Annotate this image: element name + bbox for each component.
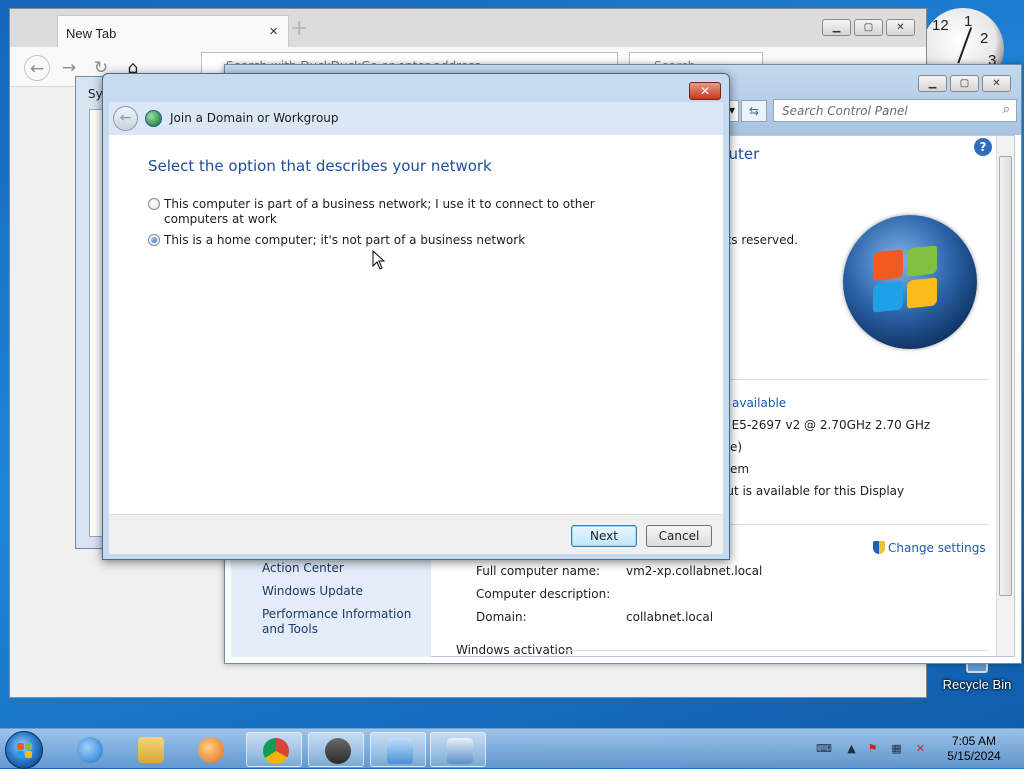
search-icon: ⌕ bbox=[1002, 102, 1010, 117]
close-tab-icon[interactable]: × bbox=[269, 23, 278, 40]
show-hidden-icons-icon[interactable]: ▲ bbox=[845, 742, 858, 755]
taskbar-app[interactable] bbox=[308, 732, 364, 767]
wizard-titlebar: ← Join a Domain or Workgroup bbox=[109, 102, 723, 135]
taskbar-clock[interactable]: 7:05 AM 5/15/2024 bbox=[934, 734, 1014, 764]
taskbar-time: 7:05 AM bbox=[951, 734, 997, 748]
control-panel-search-placeholder: Search Control Panel bbox=[782, 104, 908, 118]
maximize-icon[interactable]: ▢ bbox=[950, 75, 979, 92]
close-icon[interactable]: ✕ bbox=[886, 19, 915, 36]
browser-window-controls: ▁ ▢ ✕ bbox=[822, 19, 915, 36]
business-network-label[interactable]: This computer is part of a business netw… bbox=[148, 197, 618, 227]
logo-quadrant-yellow bbox=[907, 277, 937, 309]
network-globe-icon bbox=[145, 110, 162, 127]
full-computer-name-value: vm2-xp.collabnet.local bbox=[626, 564, 763, 578]
domain-value: collabnet.local bbox=[626, 610, 714, 624]
taskbar-chrome[interactable] bbox=[246, 732, 302, 767]
network-icon[interactable]: ▦ bbox=[890, 742, 903, 755]
domain-label: Domain: bbox=[476, 610, 527, 624]
business-network-option[interactable]: This computer is part of a business netw… bbox=[148, 197, 618, 227]
control-panel-search-input[interactable]: Search Control Panel ⌕ bbox=[773, 99, 1017, 122]
raccoon-icon bbox=[325, 738, 351, 764]
logo-quadrant-blue bbox=[873, 281, 903, 313]
back-arrow-icon[interactable]: ← bbox=[24, 55, 50, 81]
wizard-prompt: Select the option that describes your ne… bbox=[148, 157, 492, 175]
computer-description-label: Computer description: bbox=[476, 587, 611, 601]
sidebar-item-windows-update[interactable]: Windows Update bbox=[262, 584, 363, 598]
change-settings-label: Change settings bbox=[888, 541, 986, 555]
browser-tabstrip: New Tab × + ▁ ▢ ✕ bbox=[10, 9, 926, 47]
volume-muted-icon[interactable]: ✕ bbox=[914, 742, 927, 755]
cancel-button[interactable]: Cancel bbox=[646, 525, 712, 547]
pen-touch-value: out is available for this Display bbox=[719, 484, 905, 498]
vertical-scrollbar[interactable] bbox=[996, 136, 1014, 656]
taskbar-system-properties[interactable] bbox=[430, 732, 486, 767]
chrome-icon bbox=[263, 738, 289, 764]
control-panel-icon bbox=[387, 738, 413, 764]
wizard-footer: Next Cancel bbox=[109, 514, 723, 554]
windows-activation-heading: Windows activation bbox=[456, 643, 573, 657]
rating-link[interactable]: available bbox=[732, 396, 786, 410]
new-tab-button[interactable]: + bbox=[290, 18, 308, 40]
start-button[interactable] bbox=[5, 731, 43, 769]
see-also-sidebar: Action Center Windows Update Performance… bbox=[231, 555, 431, 657]
taskbar: ⌨ ▲ ⚑ ▦ ✕ 7:05 AM 5/15/2024 bbox=[0, 728, 1024, 769]
change-settings-link[interactable]: Change settings bbox=[873, 541, 986, 555]
start-logo-blue bbox=[17, 751, 24, 758]
minimize-icon[interactable]: ▁ bbox=[918, 75, 947, 92]
refresh-icon[interactable]: ⇆ bbox=[741, 100, 767, 122]
keyboard-icon[interactable]: ⌨ bbox=[816, 742, 832, 755]
close-icon[interactable]: ✕ bbox=[982, 75, 1011, 92]
wizard-content: Select the option that describes your ne… bbox=[109, 135, 723, 514]
internet-explorer-icon bbox=[77, 737, 103, 763]
clock-numeral-12: 12 bbox=[932, 17, 949, 34]
control-panel-window-controls: ▁ ▢ ✕ bbox=[918, 75, 1011, 92]
recycle-bin-label: Recycle Bin bbox=[942, 677, 1012, 692]
taskbar-control-panel[interactable] bbox=[370, 732, 426, 767]
full-computer-name-label: Full computer name: bbox=[476, 564, 601, 578]
processor-value: U E5-2697 v2 @ 2.70GHz 2.70 GHz bbox=[719, 418, 931, 432]
windows-logo bbox=[843, 215, 977, 349]
maximize-icon[interactable]: ▢ bbox=[854, 19, 883, 36]
next-button[interactable]: Next bbox=[571, 525, 637, 547]
sidebar-item-action-center[interactable]: Action Center bbox=[262, 561, 344, 575]
logo-quadrant-red bbox=[873, 249, 903, 281]
business-network-radio[interactable] bbox=[148, 198, 160, 210]
scrollbar-thumb[interactable] bbox=[999, 156, 1012, 596]
taskbar-media-player[interactable] bbox=[182, 732, 238, 767]
clock-minute-hand bbox=[962, 27, 973, 51]
clock-hour-hand bbox=[957, 49, 964, 64]
mouse-pointer-icon bbox=[372, 250, 386, 270]
help-icon[interactable]: ? bbox=[974, 138, 992, 156]
close-icon[interactable]: ✕ bbox=[689, 82, 721, 100]
home-computer-label[interactable]: This is a home computer; it's not part o… bbox=[148, 233, 618, 248]
logo-quadrant-green bbox=[907, 245, 937, 277]
browser-tab[interactable]: New Tab × bbox=[57, 15, 289, 47]
taskbar-date: 5/15/2024 bbox=[947, 749, 1001, 763]
divider bbox=[719, 379, 989, 380]
uac-shield-icon bbox=[873, 541, 885, 554]
taskbar-internet-explorer[interactable] bbox=[61, 732, 117, 767]
sidebar-item-performance[interactable]: Performance Information and Tools bbox=[262, 607, 432, 637]
join-domain-wizard: ✕ ← Join a Domain or Workgroup Select th… bbox=[102, 73, 730, 560]
system-properties-icon bbox=[447, 738, 473, 764]
minimize-icon[interactable]: ▁ bbox=[822, 19, 851, 36]
home-computer-radio[interactable] bbox=[148, 234, 160, 246]
clock-numeral-2: 2 bbox=[980, 30, 989, 47]
browser-tab-title: New Tab bbox=[66, 26, 117, 41]
divider bbox=[719, 524, 989, 525]
start-logo-red bbox=[17, 743, 24, 750]
media-player-icon bbox=[198, 737, 224, 763]
start-logo-green bbox=[25, 743, 32, 750]
wizard-title: Join a Domain or Workgroup bbox=[170, 111, 339, 125]
back-arrow-icon[interactable]: ← bbox=[113, 106, 138, 131]
home-computer-option[interactable]: This is a home computer; it's not part o… bbox=[148, 233, 618, 248]
taskbar-explorer[interactable] bbox=[122, 732, 178, 767]
folder-icon bbox=[138, 737, 164, 763]
copyright-text: hts reserved. bbox=[719, 233, 798, 247]
action-center-flag-icon[interactable]: ⚑ bbox=[866, 742, 879, 755]
divider bbox=[563, 650, 989, 651]
start-logo-yellow bbox=[25, 751, 32, 758]
